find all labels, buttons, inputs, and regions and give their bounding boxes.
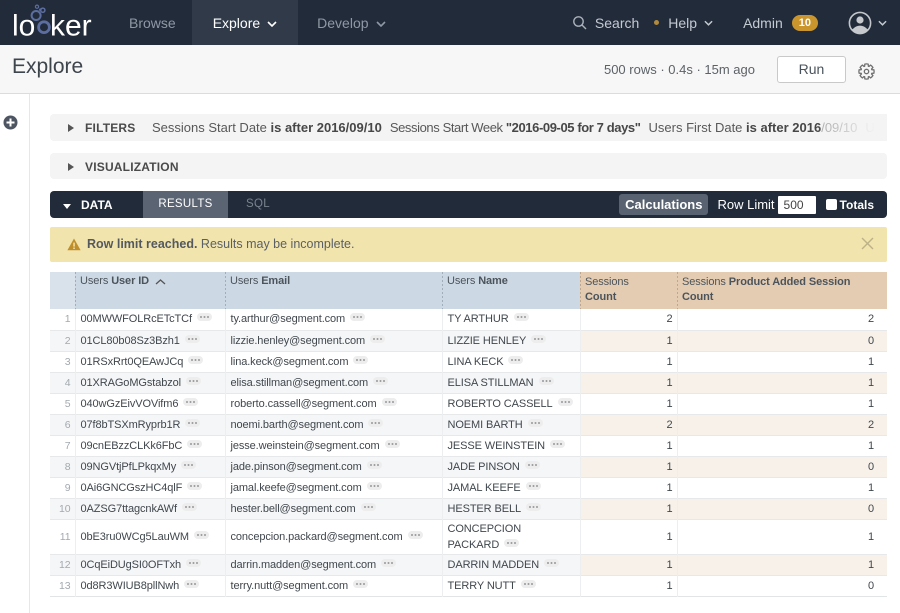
svg-text:ker: ker: [50, 10, 92, 43]
